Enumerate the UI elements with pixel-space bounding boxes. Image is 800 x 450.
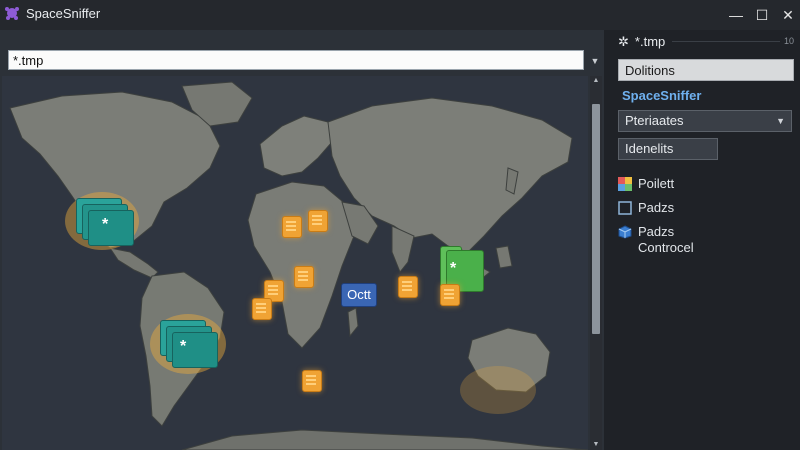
world-map[interactable]: * * * Octt [2,76,588,450]
scroll-up-icon[interactable]: ▲ [590,76,602,86]
cube-icon [618,225,632,239]
file-marker[interactable] [294,266,314,288]
scroll-down-icon[interactable]: ▼ [590,440,602,450]
panel-header-label: *.tmp [634,34,666,49]
panel-item-label: Padzs Controcel [638,224,694,255]
map-pane: ▼ [0,30,604,450]
app-icon [5,7,19,20]
file-marker[interactable] [440,284,460,306]
vertical-scrollbar[interactable]: ▲ ▼ [590,76,602,450]
teal-folder-marker[interactable]: * [160,320,220,368]
square-icon [618,201,632,215]
file-marker[interactable] [398,276,418,298]
window-title: SpaceSniffer [26,6,101,21]
folder-star-label: * [450,260,457,277]
file-marker[interactable] [302,370,322,392]
filter-select[interactable]: Pteriaates ▼ [618,110,792,132]
panel-header: ✲ *.tmp [618,34,665,50]
filter-select-value: Pteriaates [625,113,684,128]
identities-button[interactable]: Idenelits [618,138,718,160]
folder-star-label: * [180,338,187,355]
search-input[interactable] [8,50,584,70]
scroll-thumb[interactable] [592,104,600,334]
minimize-button[interactable]: — [726,6,746,24]
folder-badge[interactable]: Octt [341,283,377,307]
chevron-down-icon: ▼ [776,116,785,126]
palette-icon [618,177,632,191]
maximize-button[interactable]: ☐ [752,6,772,24]
app-name-label: SpaceSniffer [622,88,702,103]
teal-folder-marker[interactable]: * [76,198,136,246]
folder-star-label: * [102,216,109,233]
side-panel: ✲ *.tmp 10 Dolitions SpaceSniffer Pteriaa… [604,30,800,450]
panel-item-label: Poilett [638,176,675,191]
divider [672,41,780,42]
search-bar: ▼ [8,50,602,72]
options-button[interactable]: Dolitions [618,59,794,81]
file-marker[interactable] [308,210,328,232]
gear-icon[interactable]: ✲ [618,34,629,49]
file-marker[interactable] [282,216,302,238]
marker-glow [460,366,536,414]
panel-item-label: Padzs [638,200,675,215]
file-marker[interactable] [252,298,272,320]
title-bar: SpaceSniffer — ☐ ✕ [0,0,800,31]
panel-close-label[interactable]: 10 [784,36,794,46]
search-dropdown-icon[interactable]: ▼ [588,52,602,70]
close-button[interactable]: ✕ [778,6,798,24]
